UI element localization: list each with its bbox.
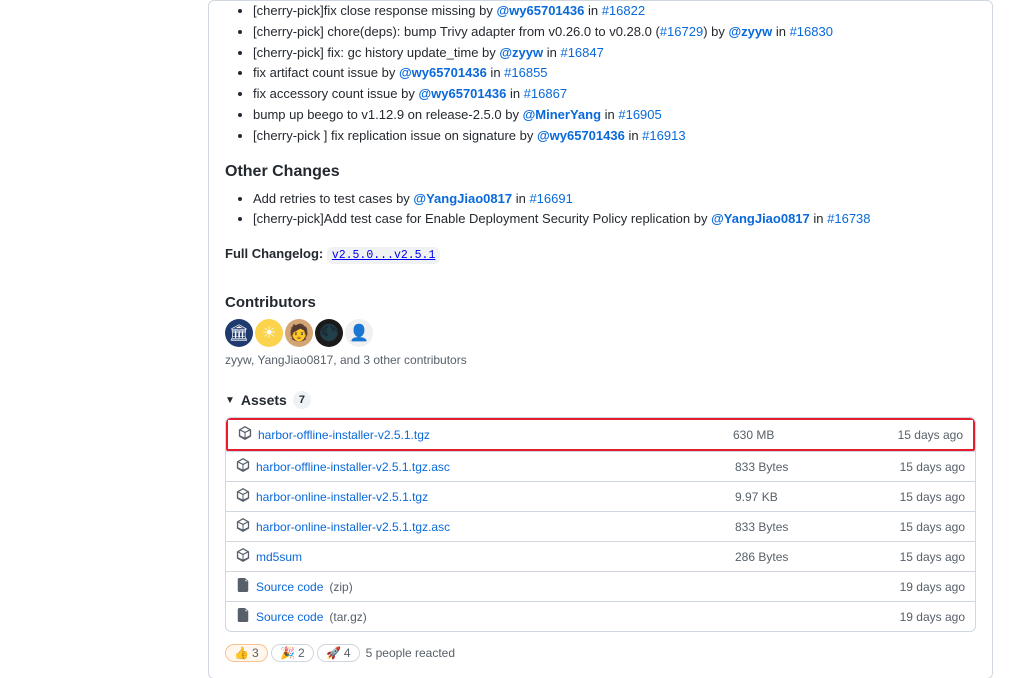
user-mention[interactable]: @wy65701436: [496, 3, 584, 18]
change-item: [cherry-pick] fix: gc history update_tim…: [253, 43, 976, 64]
change-list-main: [cherry-pick]fix close response missing …: [225, 1, 976, 147]
reactions-pills: 👍3 🎉2 🚀4: [225, 644, 360, 662]
asset-link[interactable]: harbor-online-installer-v2.5.1.tgz: [256, 490, 428, 504]
asset-date: 15 days ago: [853, 428, 963, 442]
asset-size: 833 Bytes: [735, 460, 855, 474]
asset-date: 19 days ago: [855, 580, 965, 594]
asset-link[interactable]: Source code: [256, 580, 323, 594]
avatar[interactable]: 🏛: [225, 319, 253, 347]
user-mention[interactable]: @zyyw: [499, 45, 543, 60]
disclosure-triangle-icon: ▼: [225, 395, 235, 406]
user-mention[interactable]: @MinerYang: [523, 107, 601, 122]
contributors-section: Contributors 🏛 ☀ 🧑 🌑 👤 zyyw, YangJiao081…: [225, 294, 976, 367]
asset-date: 15 days ago: [855, 490, 965, 504]
changelog-label: Full Changelog:: [225, 246, 327, 261]
asset-row: harbor-offline-installer-v2.5.1.tgz 630 M…: [226, 418, 975, 451]
change-item: fix artifact count issue by @wy65701436 …: [253, 63, 976, 84]
asset-link[interactable]: harbor-offline-installer-v2.5.1.tgz.asc: [256, 460, 450, 474]
asset-size: 630 MB: [733, 428, 853, 442]
file-zip-icon: [236, 578, 250, 595]
reaction-pill[interactable]: 👍3: [225, 644, 268, 662]
issue-link[interactable]: #16913: [642, 128, 685, 143]
change-list-other: Add retries to test cases by @YangJiao08…: [225, 189, 976, 231]
reaction-pill[interactable]: 🚀4: [317, 644, 360, 662]
contributors-heading: Contributors: [225, 294, 976, 311]
reaction-count: 3: [252, 646, 259, 660]
change-item: [cherry-pick ] fix replication issue on …: [253, 126, 976, 147]
reactions-bar: 👍3 🎉2 🚀4 5 people reacted: [225, 644, 976, 662]
reaction-emoji-icon: 🎉: [280, 646, 295, 660]
avatar[interactable]: 👤: [345, 319, 373, 347]
file-zip-icon: [236, 608, 250, 625]
release-panel: [cherry-pick]fix close response missing …: [208, 0, 993, 678]
issue-link[interactable]: #16905: [618, 107, 661, 122]
full-changelog: Full Changelog: v2.5.0...v2.5.1: [225, 246, 976, 262]
issue-link[interactable]: #16822: [602, 3, 645, 18]
issue-link[interactable]: #16867: [524, 86, 567, 101]
asset-size: 286 Bytes: [735, 550, 855, 564]
package-icon: [236, 548, 250, 565]
assets-toggle[interactable]: ▼ Assets 7: [225, 391, 976, 409]
change-item: Add retries to test cases by @YangJiao08…: [253, 189, 976, 210]
reaction-emoji-icon: 👍: [234, 646, 249, 660]
package-icon: [238, 426, 252, 443]
asset-size: 9.97 KB: [735, 490, 855, 504]
reaction-count: 2: [298, 646, 305, 660]
assets-heading-label: Assets: [241, 392, 287, 408]
avatar[interactable]: 🧑: [285, 319, 313, 347]
asset-row: Source code (zip) 19 days ago: [226, 571, 975, 601]
change-item: bump up beego to v1.12.9 on release-2.5.…: [253, 105, 976, 126]
issue-link[interactable]: #16830: [790, 24, 833, 39]
change-item: [cherry-pick]fix close response missing …: [253, 1, 976, 22]
asset-suffix: (tar.gz): [329, 610, 366, 624]
asset-row: md5sum 286 Bytes15 days ago: [226, 541, 975, 571]
change-item: [cherry-pick] chore(deps): bump Trivy ad…: [253, 22, 976, 43]
user-mention[interactable]: @wy65701436: [418, 86, 506, 101]
user-mention[interactable]: @YangJiao0817: [413, 191, 512, 206]
asset-row: harbor-online-installer-v2.5.1.tgz.asc 83…: [226, 511, 975, 541]
asset-link[interactable]: Source code: [256, 610, 323, 624]
assets-section: ▼ Assets 7 harbor-offline-installer-v2.5…: [225, 391, 976, 632]
asset-link[interactable]: harbor-online-installer-v2.5.1.tgz.asc: [256, 520, 450, 534]
asset-date: 19 days ago: [855, 610, 965, 624]
package-icon: [236, 488, 250, 505]
asset-size: 833 Bytes: [735, 520, 855, 534]
change-item: [cherry-pick]Add test case for Enable De…: [253, 209, 976, 230]
avatar[interactable]: ☀: [255, 319, 283, 347]
issue-link[interactable]: #16738: [827, 211, 870, 226]
asset-link[interactable]: md5sum: [256, 550, 302, 564]
reaction-pill[interactable]: 🎉2: [271, 644, 314, 662]
user-mention[interactable]: @zyyw: [728, 24, 772, 39]
assets-count-badge: 7: [293, 391, 311, 409]
asset-row: Source code (tar.gz) 19 days ago: [226, 601, 975, 631]
assets-list: harbor-offline-installer-v2.5.1.tgz 630 M…: [225, 417, 976, 632]
issue-link[interactable]: #16691: [529, 191, 572, 206]
issue-link[interactable]: #16847: [560, 45, 603, 60]
reactions-summary: 5 people reacted: [366, 646, 455, 660]
contributors-subtext: zyyw, YangJiao0817, and 3 other contribu…: [225, 353, 976, 367]
issue-link[interactable]: #16729: [660, 24, 703, 39]
package-icon: [236, 458, 250, 475]
avatar[interactable]: 🌑: [315, 319, 343, 347]
asset-row: harbor-online-installer-v2.5.1.tgz 9.97 K…: [226, 481, 975, 511]
reaction-count: 4: [344, 646, 351, 660]
changelog-range-link[interactable]: v2.5.0...v2.5.1: [327, 247, 441, 264]
asset-date: 15 days ago: [855, 520, 965, 534]
issue-link[interactable]: #16855: [504, 65, 547, 80]
asset-row: harbor-offline-installer-v2.5.1.tgz.asc 8…: [226, 451, 975, 481]
asset-suffix: (zip): [329, 580, 352, 594]
asset-date: 15 days ago: [855, 550, 965, 564]
change-item: fix accessory count issue by @wy65701436…: [253, 84, 976, 105]
asset-date: 15 days ago: [855, 460, 965, 474]
package-icon: [236, 518, 250, 535]
reaction-emoji-icon: 🚀: [326, 646, 341, 660]
user-mention[interactable]: @wy65701436: [537, 128, 625, 143]
asset-link[interactable]: harbor-offline-installer-v2.5.1.tgz: [258, 428, 430, 442]
other-changes-heading: Other Changes: [225, 163, 976, 181]
user-mention[interactable]: @YangJiao0817: [711, 211, 810, 226]
user-mention[interactable]: @wy65701436: [399, 65, 487, 80]
contributor-avatars: 🏛 ☀ 🧑 🌑 👤: [225, 319, 976, 347]
